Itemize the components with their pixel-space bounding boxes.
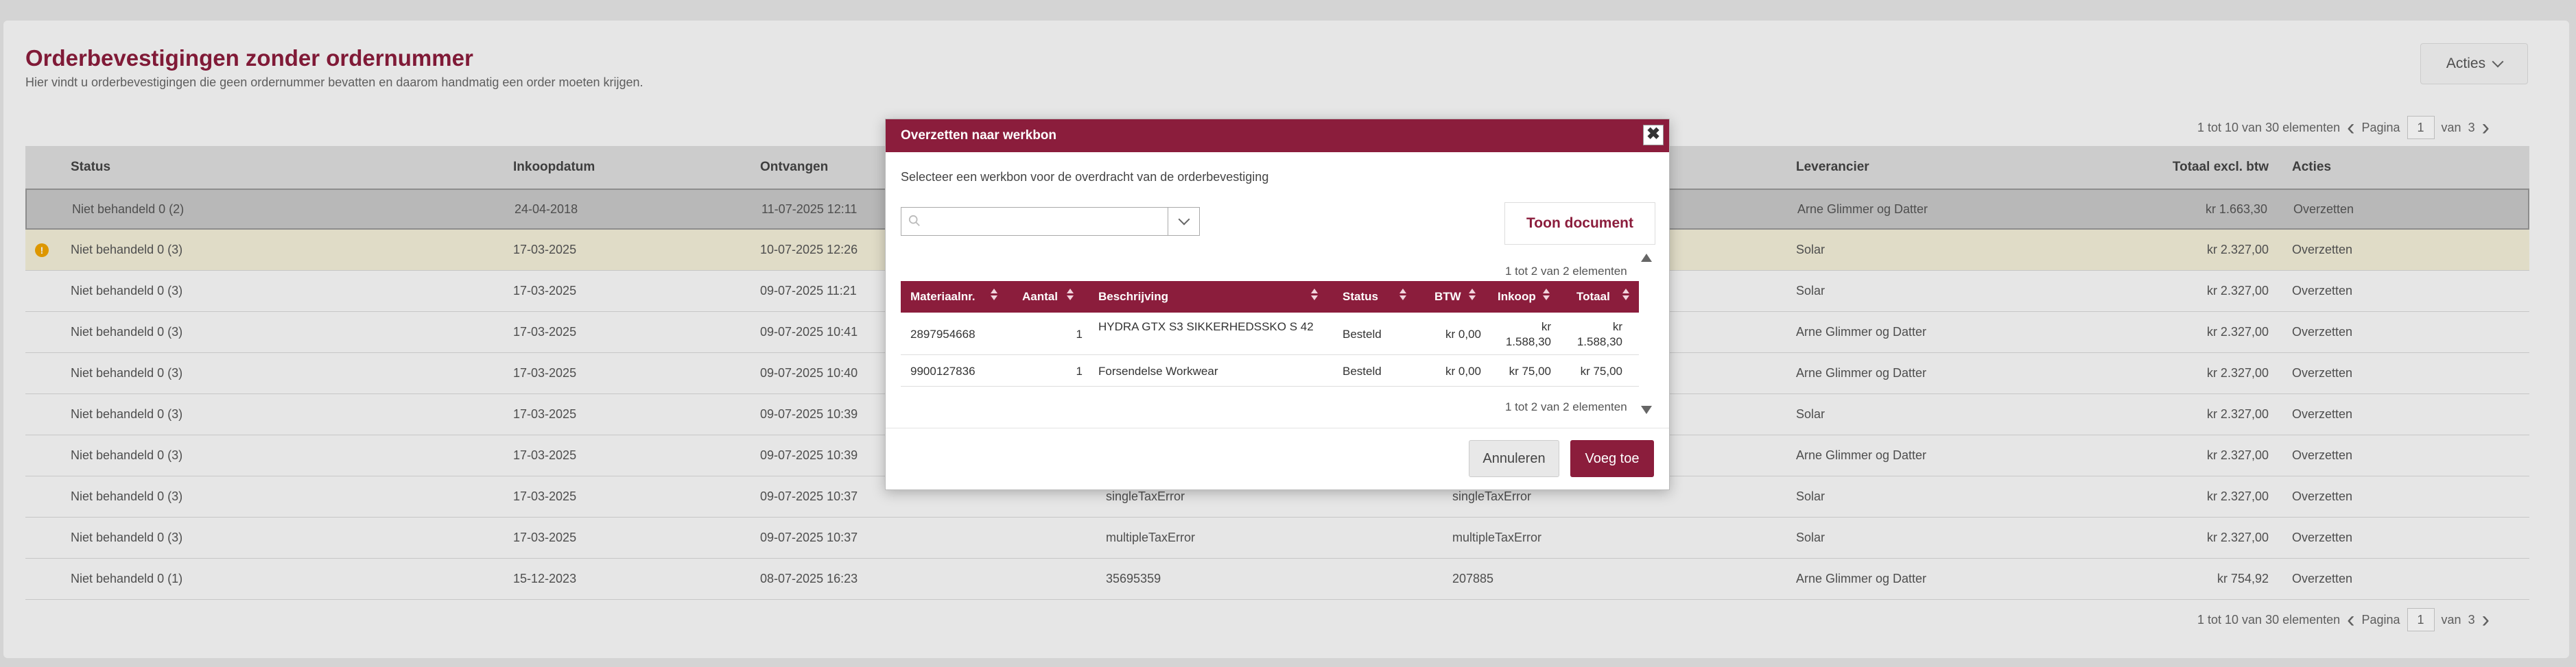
werkbon-dropdown-toggle[interactable] <box>1168 208 1199 235</box>
sort-icon[interactable] <box>1469 289 1476 300</box>
transfer-modal: Overzetten naar werkbon ✖ Selecteer een … <box>885 119 1670 490</box>
table-row[interactable]: 9900127836 1 Forsendelse Workwear Bestel… <box>901 355 1639 387</box>
sort-icon[interactable] <box>1399 289 1406 300</box>
cell-btw: kr 0,00 <box>1445 328 1481 341</box>
modal-count-bottom: 1 tot 2 van 2 elementen <box>1505 400 1627 413</box>
scroll-up-icon[interactable] <box>1641 254 1652 262</box>
sort-icon[interactable] <box>1311 289 1318 300</box>
material-table-header: Materiaalnr. Aantal Beschrijving Status … <box>901 281 1639 313</box>
werkbon-search-combobox[interactable] <box>901 207 1200 236</box>
cancel-button[interactable]: Annuleren <box>1469 440 1559 477</box>
col-aantal[interactable]: Aantal <box>1022 281 1058 313</box>
cell-beschrijving: Forsendelse Workwear <box>1098 365 1218 378</box>
cell-inkoop: kr 75,00 <box>1509 365 1551 378</box>
col-status[interactable]: Status <box>1343 281 1378 313</box>
sort-icon[interactable] <box>1622 289 1629 300</box>
cell-inkoop: kr 1.588,30 <box>1505 320 1551 348</box>
cell-aantal: 1 <box>1076 328 1083 341</box>
cell-aantal: 1 <box>1076 365 1083 378</box>
sort-icon[interactable] <box>1067 289 1074 300</box>
col-beschrijving[interactable]: Beschrijving <box>1098 281 1168 313</box>
col-materiaalnr[interactable]: Materiaalnr. <box>910 281 976 313</box>
chevron-down-icon <box>1178 213 1190 226</box>
modal-header: Overzetten naar werkbon ✖ <box>886 119 1669 152</box>
cell-totaal: kr 1.588,30 <box>1576 320 1622 348</box>
show-document-button[interactable]: Toon document <box>1504 202 1655 245</box>
cell-beschrijving: HYDRA GTX S3 SIKKERHEDSSKO S 42 <box>1098 320 1314 333</box>
col-totaal[interactable]: Totaal <box>1576 281 1610 313</box>
close-icon[interactable]: ✖ <box>1643 125 1664 145</box>
modal-count-top: 1 tot 2 van 2 elementen <box>1505 265 1627 278</box>
scroll-down-icon[interactable] <box>1641 406 1652 414</box>
werkbon-search-input[interactable] <box>901 208 1168 235</box>
col-btw[interactable]: BTW <box>1434 281 1461 313</box>
modal-title: Overzetten naar werkbon <box>901 128 1057 143</box>
sort-icon[interactable] <box>1543 289 1550 300</box>
modal-instruction: Selecteer een werkbon voor de overdracht… <box>901 170 1269 184</box>
cell-materiaalnr: 9900127836 <box>910 365 976 378</box>
col-inkoop[interactable]: Inkoop <box>1498 281 1536 313</box>
cell-materiaalnr: 2897954668 <box>910 328 976 341</box>
cell-status: Besteld <box>1343 365 1382 378</box>
material-table: Materiaalnr. Aantal Beschrijving Status … <box>901 281 1639 387</box>
cell-status: Besteld <box>1343 328 1382 341</box>
add-button[interactable]: Voeg toe <box>1570 440 1654 477</box>
sort-icon[interactable] <box>991 289 997 300</box>
cell-totaal: kr 75,00 <box>1580 365 1622 378</box>
cell-btw: kr 0,00 <box>1445 365 1481 378</box>
search-icon <box>908 215 920 226</box>
table-row[interactable]: 2897954668 1 HYDRA GTX S3 SIKKERHEDSSKO … <box>901 313 1639 355</box>
